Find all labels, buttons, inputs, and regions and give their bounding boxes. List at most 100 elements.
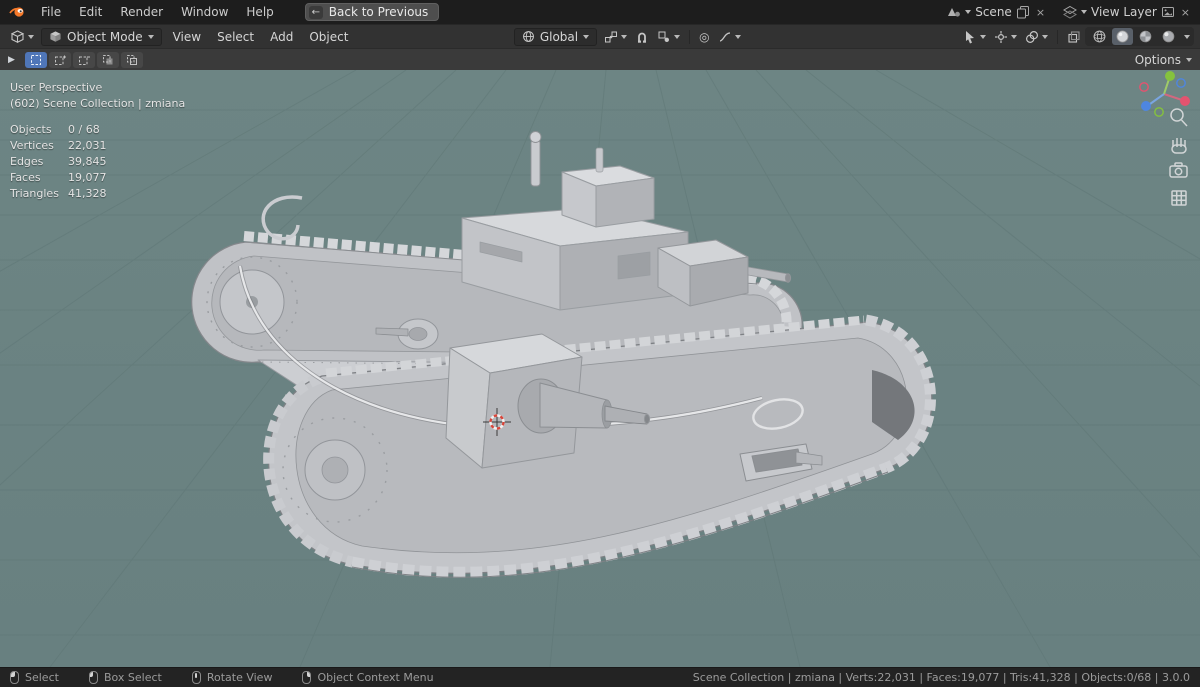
orientation-caret <box>583 34 590 39</box>
options-label: Options <box>1134 52 1181 67</box>
mode-dropdown[interactable]: Object Mode <box>41 27 162 46</box>
scene-icon[interactable] <box>947 5 961 19</box>
scene-dropdown-caret[interactable] <box>965 10 972 14</box>
select-mode-intersect-button[interactable] <box>120 51 143 68</box>
mode-label: Object Mode <box>67 29 143 44</box>
stat-value: 0 / 68 <box>68 123 100 136</box>
viewport-3d[interactable]: User Perspective (602) Scene Collection … <box>0 70 1200 667</box>
unlink-scene-icon[interactable]: × <box>1034 6 1047 19</box>
status-bar: Select Box Select Rotate View Object Con… <box>0 667 1200 687</box>
mouse-left-drag-icon <box>88 671 98 684</box>
zoom-button[interactable] <box>1170 108 1188 127</box>
editor-type-button[interactable] <box>6 28 38 46</box>
viewport-overlay: User Perspective (602) Scene Collection … <box>10 80 185 202</box>
view-layer-name[interactable]: View Layer <box>1091 5 1157 19</box>
hint-context-menu: Object Context Menu <box>302 671 434 684</box>
menu-select[interactable]: Select <box>209 30 262 44</box>
hint-select: Select <box>10 671 59 684</box>
topbar: File Edit Render Window Help ← Back to P… <box>0 0 1200 24</box>
select-invert-icon <box>102 54 113 64</box>
options-caret <box>1186 57 1192 62</box>
view-layer-dropdown-caret[interactable] <box>1081 10 1088 14</box>
menu-object[interactable]: Object <box>301 30 356 44</box>
orientation-label: Global <box>539 29 579 44</box>
falloff-dropdown[interactable] <box>714 28 745 46</box>
editor-type-caret <box>28 34 34 39</box>
show-overlays-toggle[interactable] <box>1021 28 1052 46</box>
stat-row-objects: Objects 0 / 68 <box>10 122 185 138</box>
stat-value: 19,077 <box>68 171 107 184</box>
gizmo-icon <box>995 30 1007 43</box>
stat-label: Vertices <box>10 139 54 152</box>
shading-caret[interactable] <box>1184 34 1190 39</box>
menu-add[interactable]: Add <box>262 30 301 44</box>
active-collection-label: (602) Scene Collection | zmiana <box>10 97 186 110</box>
object-visibility-dropdown[interactable] <box>959 28 990 46</box>
rendered-sphere-icon <box>1162 30 1175 43</box>
menu-render[interactable]: Render <box>111 0 172 24</box>
stat-value: 22,031 <box>68 139 107 152</box>
snap-target-dropdown[interactable] <box>653 28 684 46</box>
axis-y-handle[interactable] <box>1165 71 1175 81</box>
hint-label: Select <box>25 671 59 684</box>
tank-mast <box>529 131 542 187</box>
select-mode-new-button[interactable] <box>24 51 47 68</box>
hint-label: Rotate View <box>206 671 273 684</box>
menu-view[interactable]: View <box>165 30 209 44</box>
pivot-point-dropdown[interactable] <box>600 28 631 46</box>
menu-file[interactable]: File <box>32 0 70 24</box>
pivot-point-icon <box>605 31 618 42</box>
shading-rendered-button[interactable] <box>1158 28 1179 45</box>
snap-magnet-toggle[interactable] <box>631 28 653 46</box>
tank-model[interactable] <box>191 131 936 578</box>
stat-row-edges: Edges 39,845 <box>10 154 185 170</box>
axis-z-handle[interactable] <box>1141 101 1151 111</box>
toggle-ortho-button[interactable] <box>1171 190 1187 206</box>
proportional-editing-toggle[interactable]: ◎ <box>695 28 713 46</box>
select-mode-subtract-button[interactable] <box>72 51 95 68</box>
stat-label: Objects <box>10 123 52 136</box>
pivot-caret <box>621 34 628 39</box>
solid-sphere-icon <box>1116 30 1129 43</box>
wireframe-sphere-icon <box>1093 30 1106 43</box>
navigation-gizmo[interactable] <box>1139 71 1190 117</box>
viewport-editor-icon <box>10 30 25 44</box>
shading-material-button[interactable] <box>1135 28 1156 45</box>
pointer-icon <box>966 30 974 43</box>
xray-toggle[interactable] <box>1063 28 1085 46</box>
axis-x-handle[interactable] <box>1180 96 1190 106</box>
menu-window[interactable]: Window <box>172 0 237 24</box>
new-scene-icon[interactable] <box>1016 5 1030 19</box>
back-to-previous-button[interactable]: ← Back to Previous <box>304 3 440 21</box>
globe-icon <box>522 31 534 42</box>
select-mode-extend-button[interactable] <box>48 51 71 68</box>
options-button[interactable]: Options <box>1135 53 1192 67</box>
snap-target-icon <box>658 31 670 42</box>
mouse-middle-icon <box>191 671 201 684</box>
select-mode-invert-button[interactable] <box>96 51 119 68</box>
scene-info-text: Scene Collection | zmiana | Verts:22,031… <box>692 671 1190 684</box>
material-sphere-icon <box>1139 30 1152 43</box>
overlays-icon <box>1025 30 1039 43</box>
back-arrow-icon: ← <box>308 5 323 19</box>
new-view-layer-icon[interactable] <box>1161 5 1175 19</box>
shading-wireframe-button[interactable] <box>1089 28 1110 45</box>
menu-edit[interactable]: Edit <box>70 0 111 24</box>
select-extend-icon <box>54 55 66 65</box>
tool-expand-icon[interactable]: ▶ <box>8 55 15 65</box>
remove-view-layer-icon[interactable]: × <box>1179 6 1192 19</box>
stat-label: Faces <box>10 171 41 184</box>
transform-orientation-dropdown[interactable]: Global <box>513 27 598 46</box>
blender-logo-icon[interactable] <box>8 4 28 20</box>
xray-icon <box>1068 30 1080 43</box>
falloff-curve-icon <box>719 31 730 42</box>
scene-name[interactable]: Scene <box>975 5 1012 19</box>
stat-label: Triangles <box>10 187 59 200</box>
view-layer-icon[interactable] <box>1063 5 1078 19</box>
menu-help[interactable]: Help <box>237 0 282 24</box>
snap-target-caret <box>674 34 681 39</box>
hint-box-select: Box Select <box>88 671 162 684</box>
hint-label: Object Context Menu <box>317 671 434 684</box>
shading-solid-button[interactable] <box>1112 28 1133 45</box>
show-gizmo-toggle[interactable] <box>990 28 1021 46</box>
